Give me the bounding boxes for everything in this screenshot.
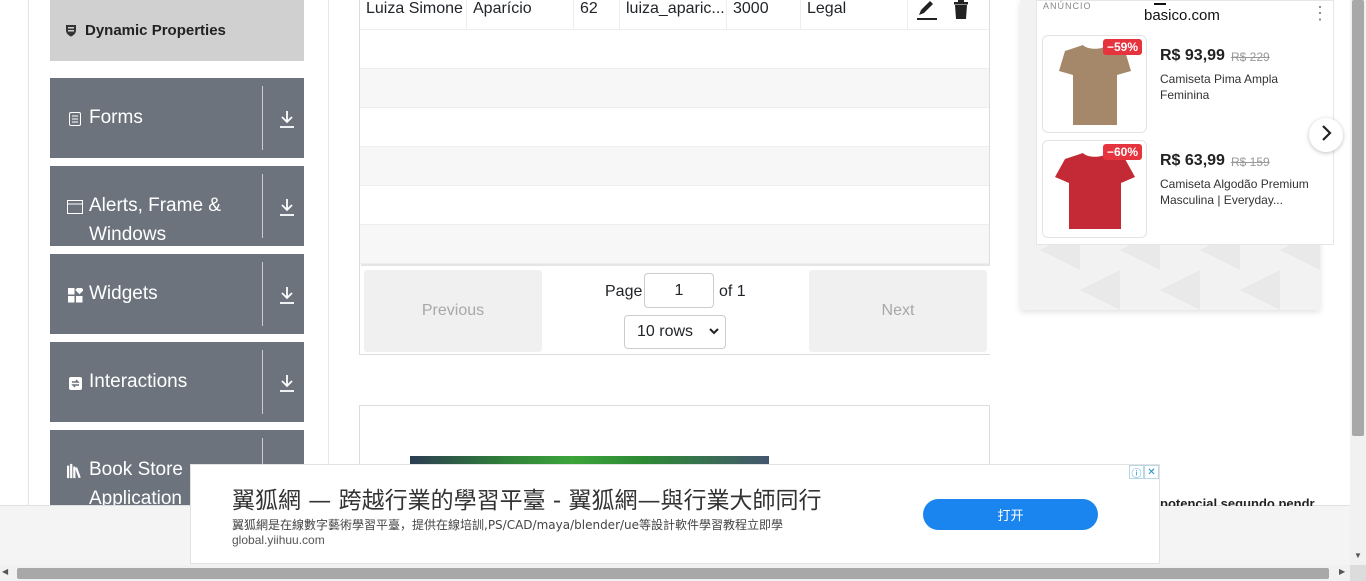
table-row	[360, 186, 989, 225]
product-price: R$ 63,99	[1160, 152, 1225, 169]
info-icon[interactable]: ⓘ	[1129, 465, 1144, 480]
total-pages-label: of 1	[719, 283, 746, 300]
group-label: Widgets	[89, 283, 158, 304]
carousel-next-button[interactable]	[1309, 118, 1343, 152]
cell-department: Legal	[801, 0, 908, 29]
interactions-icon	[67, 375, 83, 391]
product-old-price: R$ 159	[1231, 155, 1270, 169]
download-icon[interactable]	[278, 285, 296, 305]
sidebar-item-label: Dynamic Properties	[85, 22, 226, 39]
data-table: Luiza Simone Aparício 62 luiza_aparic...…	[359, 0, 990, 355]
adchoices[interactable]: ⓘ ✕	[1129, 465, 1159, 480]
banner-description: 翼狐網是在線數字藝術學習平臺，提供在線培訓,PS/CAD/maya/blende…	[232, 518, 784, 532]
rows-per-page-select[interactable]: 10 rows	[624, 315, 726, 349]
chevron-down-icon	[709, 316, 719, 360]
window-icon	[67, 199, 83, 215]
product-price: R$ 93,99	[1160, 47, 1225, 64]
group-separator	[262, 262, 263, 326]
product-title: Camiseta Algodão Premium Masculina | Eve…	[1160, 177, 1309, 207]
table-row: Luiza Simone Aparício 62 luiza_aparic...…	[360, 0, 989, 30]
scroll-down-arrow-icon[interactable]: ▼	[1352, 549, 1364, 563]
books-icon	[67, 463, 83, 479]
horizontal-scroll-thumb[interactable]	[17, 568, 1329, 579]
shield-icon	[64, 24, 78, 38]
ad-brand-logo[interactable]: basico.com	[1144, 3, 1220, 24]
group-label: Alerts, Frame & Windows	[89, 195, 221, 245]
banner-open-button[interactable]: 打开	[923, 499, 1098, 530]
sidebar-item-dynamic-properties[interactable]: Dynamic Properties	[50, 0, 304, 61]
table-row	[360, 69, 989, 108]
ad-product[interactable]: −59% R$ 93,99 R$ 229 Camiseta Pima Ampla…	[1042, 35, 1322, 135]
table-row	[360, 147, 989, 186]
page: Dynamic Properties Forms Alerts, Frame &…	[0, 0, 1366, 581]
discount-badge: −59%	[1102, 39, 1142, 55]
download-icon[interactable]	[278, 109, 296, 129]
group-separator	[262, 174, 263, 238]
group-separator	[262, 350, 263, 414]
chevron-right-icon	[1320, 124, 1332, 147]
bottom-ad-banner[interactable]: 翼狐網 — 跨越行業的學習平臺 - 翼狐網—與行業大師同行 翼狐網是在線數字藝術…	[190, 464, 1160, 564]
page-input[interactable]: 1	[644, 273, 714, 308]
group-widgets[interactable]: Widgets	[50, 254, 304, 334]
partial-text: potencial segundo pendr	[1160, 496, 1315, 506]
cell-last-name: Aparício	[467, 0, 574, 29]
document-icon	[67, 111, 83, 127]
group-label: Interactions	[89, 371, 188, 392]
widgets-icon	[67, 287, 83, 303]
vertical-scroll-thumb[interactable]	[1352, 0, 1364, 436]
product-title: Camiseta Pima Ampla Feminina	[1160, 72, 1279, 102]
pagination: Previous Page 1 of 1 10 rows Next	[361, 264, 990, 354]
scroll-left-arrow-icon[interactable]: ◀	[2, 567, 8, 576]
group-alerts-frame-windows[interactable]: Alerts, Frame & Windows	[50, 166, 304, 246]
banner-url[interactable]: global.yiihuu.com	[232, 533, 325, 547]
left-rail	[28, 0, 29, 505]
page-label: Page	[605, 283, 643, 300]
table-row	[360, 30, 989, 69]
table-row	[360, 108, 989, 147]
download-icon[interactable]	[278, 373, 296, 393]
banner-title[interactable]: 翼狐網 — 跨越行業的學習平臺 - 翼狐網—與行業大師同行	[232, 481, 822, 515]
product-image: −60%	[1042, 140, 1147, 238]
cell-email: luiza_aparic...	[620, 0, 727, 29]
cell-first-name: Luiza Simone	[360, 0, 467, 29]
group-label: Forms	[89, 107, 143, 128]
cell-salary: 3000	[727, 0, 801, 29]
rows-selected-value: 10 rows	[637, 323, 694, 340]
cell-age: 62	[574, 0, 620, 29]
ad-label: ANÚNCIO	[1043, 1, 1092, 11]
scroll-right-arrow-icon[interactable]: ▶	[1339, 567, 1345, 576]
delete-icon[interactable]	[952, 0, 974, 22]
discount-badge: −60%	[1102, 144, 1142, 160]
group-separator	[262, 86, 263, 150]
sidebar-divider	[328, 0, 329, 505]
scrollbar-corner	[1350, 565, 1366, 581]
close-icon[interactable]: ✕	[1144, 465, 1159, 479]
table-row	[360, 225, 989, 264]
product-old-price: R$ 229	[1231, 50, 1270, 64]
product-image: −59%	[1042, 35, 1147, 133]
previous-button[interactable]: Previous	[364, 270, 542, 352]
group-interactions[interactable]: Interactions	[50, 342, 304, 422]
download-icon[interactable]	[278, 197, 296, 217]
ad-brand-text: basico.com	[1144, 7, 1220, 24]
more-options-icon[interactable]: ⋮	[1311, 3, 1329, 24]
edit-icon[interactable]	[916, 0, 938, 22]
ad-product[interactable]: −60% R$ 63,99 R$ 159 Camiseta Algodão Pr…	[1042, 140, 1322, 240]
group-forms[interactable]: Forms	[50, 78, 304, 158]
next-button[interactable]: Next	[809, 270, 987, 352]
